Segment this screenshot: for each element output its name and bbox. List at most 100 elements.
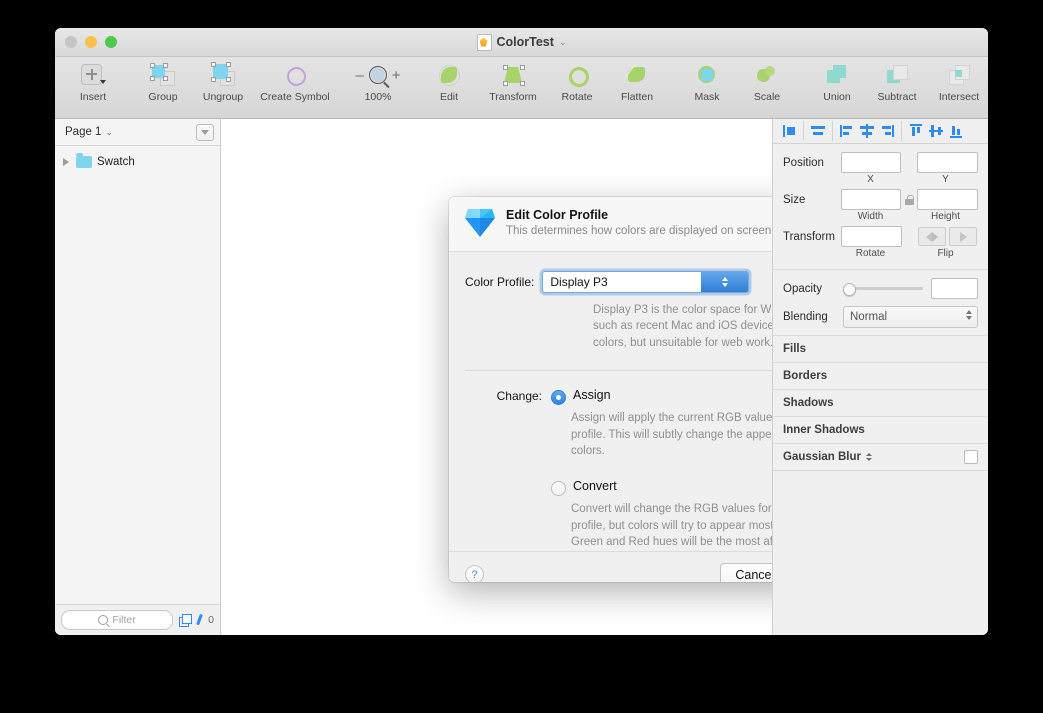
title-chevron-down-icon[interactable]: ⌄: [559, 37, 567, 48]
panel-label: Shadows: [783, 397, 834, 409]
align-bottom-icon[interactable]: [946, 121, 966, 141]
panel-borders[interactable]: Borders: [773, 363, 988, 390]
radio-assign[interactable]: [551, 389, 566, 405]
page-name: Page 1: [65, 126, 102, 138]
sidebar-footer-icons[interactable]: 0: [179, 614, 214, 627]
toolbar-intersect-button[interactable]: Intersect: [927, 61, 988, 103]
align-top-icon[interactable]: [906, 121, 926, 141]
magnifier-icon[interactable]: [368, 66, 387, 84]
page-selector[interactable]: Page 1 ⌄: [55, 119, 220, 146]
toolbar: Insert Group Ungroup Create Symbol – + 1…: [55, 57, 988, 119]
zoom-in-button[interactable]: +: [392, 68, 401, 83]
window-body: Page 1 ⌄ Swatch Filter 0 Edit Color Prof…: [55, 119, 988, 635]
toolbar-group-button[interactable]: Group: [133, 61, 193, 103]
position-sublabels: X Y: [783, 174, 978, 185]
cancel-button[interactable]: Cancel: [720, 562, 772, 582]
panel-shadows[interactable]: Shadows: [773, 390, 988, 417]
chevron-updown-icon[interactable]: [865, 453, 872, 461]
pen-icon[interactable]: [194, 614, 205, 626]
radio-assign-label[interactable]: Assign: [573, 388, 611, 402]
gaussian-blur-checkbox[interactable]: [964, 450, 978, 464]
color-profile-label: Color Profile:: [465, 274, 535, 289]
size-height-input[interactable]: [917, 189, 978, 210]
toolbar-ungroup-button[interactable]: Ungroup: [193, 61, 253, 103]
toolbar-mask-button[interactable]: Mask: [677, 61, 737, 103]
copy-layers-icon[interactable]: [179, 614, 193, 627]
transform-sublabels: Rotate Flip: [783, 248, 978, 259]
page-options-button[interactable]: [196, 123, 214, 141]
slider-knob[interactable]: [843, 283, 856, 296]
search-icon: [98, 615, 109, 625]
color-profile-description: Display P3 is the color space for Wide G…: [593, 303, 772, 349]
page-chevron-down-icon: ⌄: [105, 126, 113, 137]
position-x-input[interactable]: [840, 152, 902, 173]
radio-convert[interactable]: [551, 480, 566, 496]
title-bar: ColorTest ⌄: [55, 28, 988, 57]
filter-input[interactable]: Filter: [61, 610, 174, 630]
window-title-text: ColorTest: [496, 35, 554, 49]
radio-convert-label[interactable]: Convert: [573, 479, 617, 493]
toolbar-create-symbol-button[interactable]: Create Symbol: [253, 61, 337, 103]
toolbar-union-button[interactable]: Union: [807, 61, 867, 103]
toolbar-flatten-button[interactable]: Flatten: [607, 61, 667, 103]
rotate-icon: [565, 62, 593, 91]
alignment-toolbar: [773, 119, 988, 144]
panel-gaussian-blur[interactable]: Gaussian Blur: [773, 444, 988, 471]
canvas-area[interactable]: Edit Color Profile This determines how c…: [221, 119, 772, 635]
align-middle-icon[interactable]: [926, 121, 946, 141]
ungroup-icon: [210, 62, 236, 88]
chevron-updown-icon[interactable]: [701, 271, 749, 292]
distribute-center-icon[interactable]: [857, 121, 877, 141]
size-width-input[interactable]: [840, 189, 902, 210]
subtract-icon: [885, 62, 909, 88]
panel-fills[interactable]: Fills: [773, 336, 988, 363]
toolbar-transform-button[interactable]: Transform: [479, 61, 547, 103]
toolbar-label: Intersect: [938, 91, 980, 103]
toolbar-label: Rotate: [561, 91, 593, 103]
blending-value: Normal: [850, 311, 888, 323]
filter-placeholder: Filter: [112, 614, 136, 626]
zoom-out-button[interactable]: –: [355, 68, 363, 83]
transform-rotate-input[interactable]: [841, 226, 902, 247]
zoom-control[interactable]: – + 100%: [347, 61, 409, 103]
dialog-actions: Cancel Change Profile: [720, 562, 772, 582]
list-item[interactable]: Swatch: [55, 149, 220, 174]
toolbar-scale-button[interactable]: Scale: [737, 61, 797, 103]
toolbar-label: Edit: [439, 91, 459, 103]
panel-label: Fills: [783, 343, 807, 355]
union-icon: [825, 62, 849, 88]
align-left-icon[interactable]: [779, 121, 804, 141]
toolbar-edit-button[interactable]: Edit: [419, 61, 479, 103]
geometry-section: Position X Y Size Width Height Transform…: [773, 144, 988, 270]
distribute-right-icon[interactable]: [877, 121, 902, 141]
toolbar-label: Create Symbol: [260, 91, 330, 103]
blending-row: Blending Normal: [783, 306, 978, 328]
lock-icon[interactable]: [904, 194, 914, 205]
color-profile-select[interactable]: Display P3: [542, 270, 750, 293]
expand-arrow-icon[interactable]: [63, 157, 69, 166]
position-label: Position: [783, 156, 824, 169]
toolbar-label: Group: [148, 91, 178, 103]
position-y-input[interactable]: [917, 152, 978, 173]
flip-horizontal-button[interactable]: [918, 227, 946, 246]
panel-inner-shadows[interactable]: Inner Shadows: [773, 417, 988, 444]
position-row: Position: [783, 152, 978, 173]
flip-vertical-button[interactable]: [949, 227, 977, 246]
change-convert-row: Convert: [465, 479, 772, 496]
toolbar-subtract-button[interactable]: Subtract: [867, 61, 927, 103]
align-center-horizontal-icon[interactable]: [808, 121, 833, 141]
width-label: Width: [857, 211, 884, 222]
panel-label: Borders: [783, 370, 828, 382]
distribute-left-icon[interactable]: [837, 121, 857, 141]
sketch-diamond-icon: [465, 209, 495, 237]
blending-label: Blending: [783, 311, 828, 323]
opacity-input[interactable]: [931, 278, 978, 299]
opacity-label: Opacity: [783, 282, 822, 295]
blending-select[interactable]: Normal: [843, 306, 978, 328]
toolbar-rotate-button[interactable]: Rotate: [547, 61, 607, 103]
panel-label: Gaussian Blur: [783, 451, 861, 463]
chevron-updown-icon[interactable]: [966, 310, 972, 320]
toolbar-insert-button[interactable]: Insert: [63, 61, 123, 103]
help-button[interactable]: ?: [465, 565, 484, 582]
opacity-slider[interactable]: [843, 283, 923, 296]
